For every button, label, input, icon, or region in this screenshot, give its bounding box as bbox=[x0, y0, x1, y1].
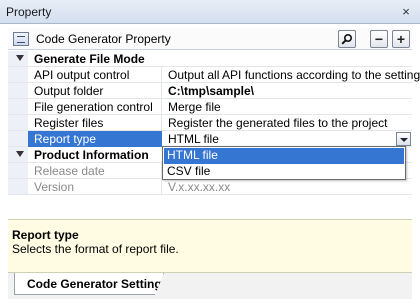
close-icon[interactable]: × bbox=[398, 4, 414, 20]
property-value[interactable]: Output all API functions according to th… bbox=[168, 68, 420, 82]
report-type-combobox[interactable]: HTML file bbox=[168, 131, 412, 147]
column-divider bbox=[161, 179, 162, 195]
collapse-arrow-icon[interactable] bbox=[16, 55, 24, 61]
property-name: Release date bbox=[34, 164, 105, 178]
category-label: Generate File Mode bbox=[34, 52, 145, 66]
category-generate-file-mode[interactable]: Generate File Mode bbox=[8, 51, 412, 67]
property-name: Output folder bbox=[34, 84, 104, 98]
property-value[interactable]: Register the generated files to the proj… bbox=[168, 116, 387, 130]
column-divider bbox=[161, 115, 162, 131]
property-panel: Property × Code Generator Property − + G… bbox=[0, 0, 420, 306]
property-row-report-type[interactable]: Report type HTML file bbox=[8, 131, 412, 147]
config-file-icon bbox=[13, 32, 29, 46]
search-icon bbox=[341, 33, 353, 45]
property-row-file-generation[interactable]: File generation control Merge file bbox=[8, 99, 412, 115]
expand-all-button[interactable]: + bbox=[392, 30, 410, 48]
collapse-arrow-icon[interactable] bbox=[16, 151, 24, 157]
report-type-dropdown-list: HTML file CSV file bbox=[162, 146, 406, 180]
property-value[interactable]: C:\tmp\sample\ bbox=[168, 84, 254, 98]
tab-label: Code Generator Setting bbox=[27, 277, 162, 291]
column-divider bbox=[161, 83, 162, 99]
property-value: V.x.xx.xx.xx bbox=[168, 180, 231, 194]
property-header: Code Generator Property − + bbox=[8, 28, 412, 50]
chevron-down-icon[interactable] bbox=[396, 132, 411, 146]
column-divider bbox=[161, 67, 162, 83]
property-row-output-folder[interactable]: Output folder C:\tmp\sample\ bbox=[8, 83, 412, 99]
description-panel: Report type Selects the format of report… bbox=[8, 219, 412, 273]
property-row-version: Version V.x.xx.xx.xx bbox=[8, 179, 412, 195]
category-label: Product Information bbox=[34, 148, 149, 162]
property-target-title: Code Generator Property bbox=[36, 32, 171, 46]
search-button[interactable] bbox=[338, 30, 356, 48]
property-row-register-files[interactable]: Register files Register the generated fi… bbox=[8, 115, 412, 131]
window-title: Property bbox=[6, 5, 52, 19]
tab-strip: Code Generator Setting bbox=[8, 273, 412, 299]
property-name: Report type bbox=[34, 132, 97, 146]
description-title: Report type bbox=[12, 228, 79, 242]
tab-code-generator-setting[interactable]: Code Generator Setting bbox=[14, 273, 164, 295]
property-row-api-output[interactable]: API output control Output all API functi… bbox=[8, 67, 420, 83]
collapse-all-button[interactable]: − bbox=[370, 30, 388, 48]
property-name: File generation control bbox=[34, 100, 153, 114]
property-name: Register files bbox=[34, 116, 104, 130]
dropdown-option-csv[interactable]: CSV file bbox=[164, 164, 404, 180]
property-name: API output control bbox=[34, 68, 130, 82]
dropdown-option-html[interactable]: HTML file bbox=[164, 148, 404, 164]
description-text: Selects the format of report file. bbox=[12, 242, 179, 256]
combobox-value: HTML file bbox=[168, 132, 219, 146]
column-divider bbox=[161, 99, 162, 115]
property-name: Version bbox=[34, 180, 75, 194]
property-value[interactable]: Merge file bbox=[168, 100, 221, 114]
title-bar: Property × bbox=[0, 0, 420, 24]
